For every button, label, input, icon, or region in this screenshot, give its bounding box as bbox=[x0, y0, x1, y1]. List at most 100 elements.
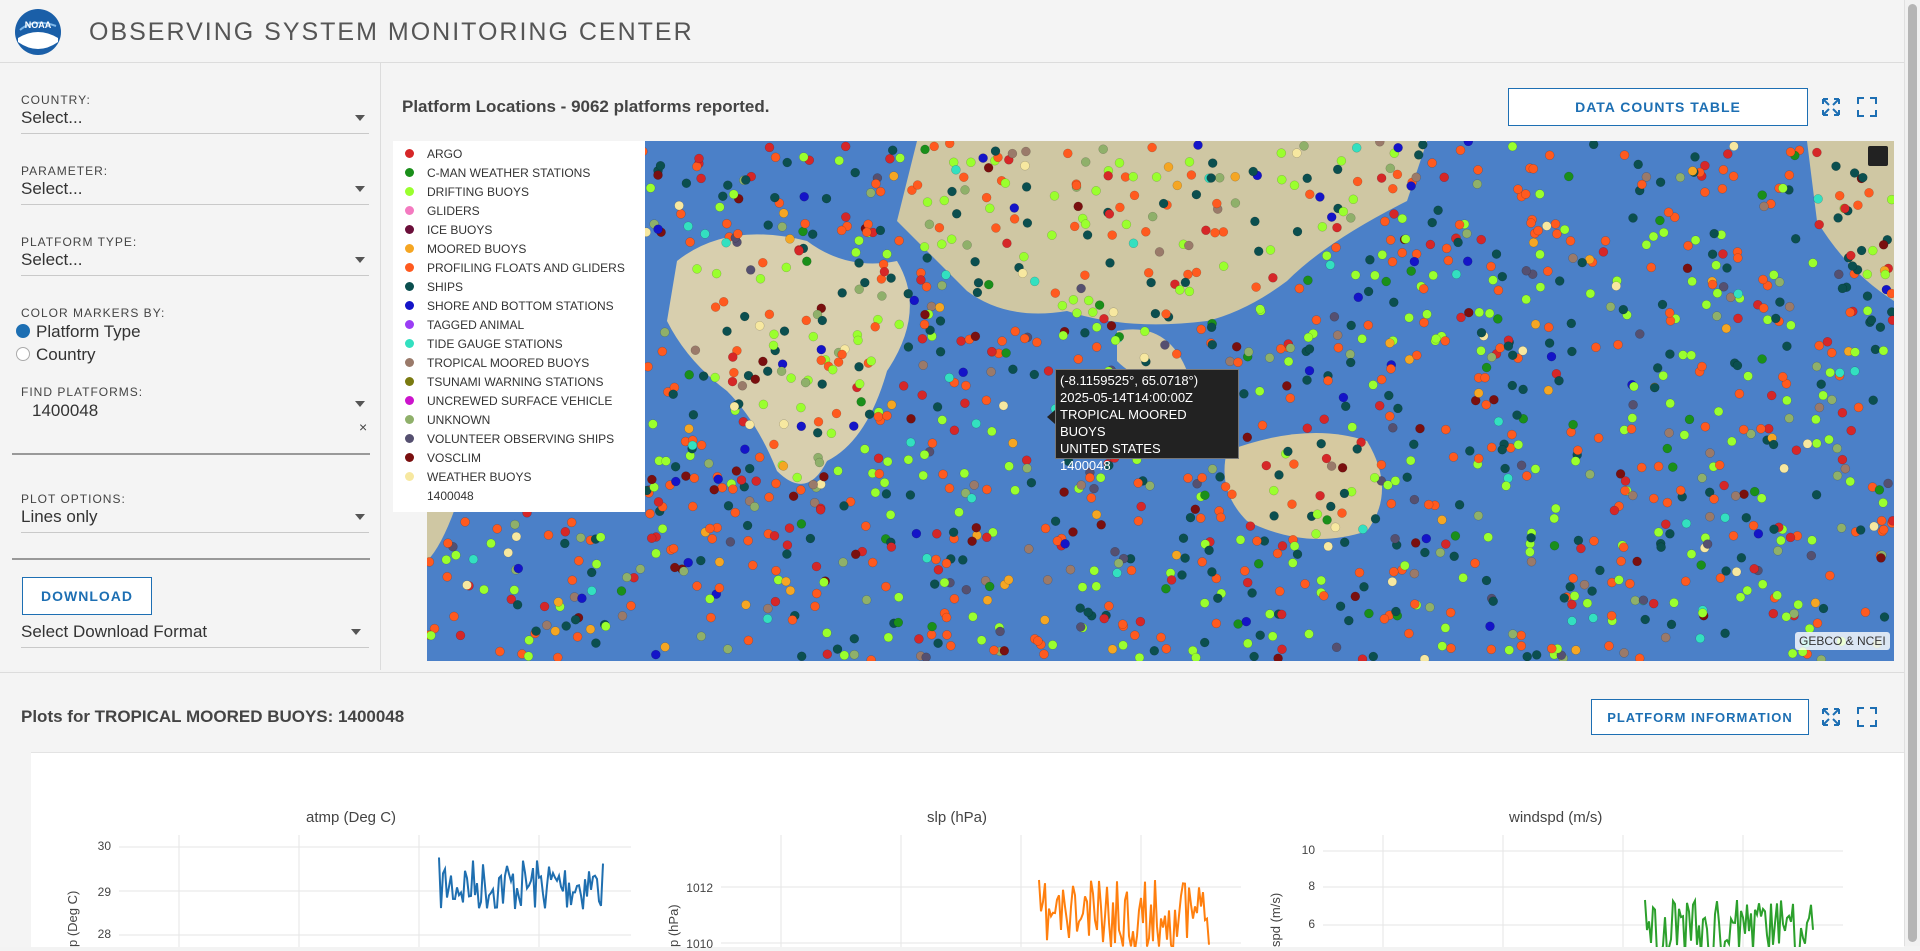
platform-marker[interactable] bbox=[1439, 172, 1449, 183]
platform-marker[interactable] bbox=[816, 355, 826, 366]
platform-marker[interactable] bbox=[1730, 491, 1741, 501]
platform-marker[interactable] bbox=[927, 621, 937, 632]
platform-marker[interactable] bbox=[743, 535, 753, 546]
platform-marker[interactable] bbox=[1242, 432, 1253, 443]
platform-marker[interactable] bbox=[1567, 346, 1577, 357]
platform-marker[interactable] bbox=[1507, 350, 1518, 360]
platform-marker[interactable] bbox=[647, 474, 657, 485]
platform-marker[interactable] bbox=[1161, 309, 1171, 319]
platform-marker[interactable] bbox=[1105, 258, 1115, 268]
platform-marker[interactable] bbox=[873, 453, 884, 464]
platform-marker[interactable] bbox=[1874, 485, 1885, 495]
platform-marker[interactable] bbox=[591, 638, 601, 648]
platform-marker[interactable] bbox=[1516, 460, 1527, 471]
platform-marker[interactable] bbox=[668, 543, 679, 554]
platform-marker[interactable] bbox=[778, 461, 789, 471]
platform-marker[interactable] bbox=[1379, 614, 1390, 624]
platform-marker[interactable] bbox=[1518, 346, 1528, 356]
platform-marker[interactable] bbox=[1183, 473, 1193, 483]
legend-item[interactable]: ARGO bbox=[405, 147, 462, 161]
platform-marker[interactable] bbox=[1550, 219, 1561, 229]
platform-marker[interactable] bbox=[1837, 454, 1848, 465]
platform-marker[interactable] bbox=[1276, 609, 1287, 620]
platform-marker[interactable] bbox=[1117, 619, 1128, 629]
platform-marker[interactable] bbox=[1305, 189, 1315, 200]
platform-marker[interactable] bbox=[1495, 343, 1505, 353]
platform-marker[interactable] bbox=[885, 510, 896, 520]
platform-marker[interactable] bbox=[1235, 535, 1246, 545]
platform-marker[interactable] bbox=[1332, 164, 1343, 175]
platform-marker[interactable] bbox=[1695, 633, 1705, 644]
platform-marker[interactable] bbox=[1807, 535, 1817, 545]
platform-marker[interactable] bbox=[770, 596, 781, 607]
platform-marker[interactable] bbox=[1758, 303, 1769, 313]
platform-marker[interactable] bbox=[814, 457, 825, 468]
platform-marker[interactable] bbox=[981, 395, 992, 406]
platform-marker[interactable] bbox=[1323, 375, 1333, 386]
platform-marker[interactable] bbox=[1824, 434, 1834, 445]
platform-marker[interactable] bbox=[1554, 375, 1564, 386]
platform-marker[interactable] bbox=[1302, 423, 1313, 433]
platform-marker[interactable] bbox=[1837, 283, 1848, 294]
platform-marker[interactable] bbox=[451, 550, 461, 560]
platform-marker[interactable] bbox=[1073, 354, 1084, 364]
platform-marker[interactable] bbox=[1068, 295, 1079, 305]
platform-marker[interactable] bbox=[1134, 652, 1145, 661]
platform-marker[interactable] bbox=[653, 170, 663, 180]
platform-marker[interactable] bbox=[1406, 266, 1416, 276]
platform-marker[interactable] bbox=[937, 239, 947, 249]
platform-marker[interactable] bbox=[922, 197, 933, 207]
platform-marker[interactable] bbox=[918, 470, 928, 481]
legend-item[interactable]: VOLUNTEER OBSERVING SHIPS bbox=[405, 432, 614, 446]
platform-marker[interactable] bbox=[1868, 245, 1878, 256]
platform-marker[interactable] bbox=[800, 218, 810, 229]
platform-marker[interactable] bbox=[1543, 385, 1554, 396]
platform-marker[interactable] bbox=[1665, 349, 1675, 359]
platform-marker[interactable] bbox=[1847, 261, 1858, 271]
platform-marker[interactable] bbox=[704, 458, 714, 469]
platform-marker[interactable] bbox=[1662, 497, 1673, 508]
platform-marker[interactable] bbox=[1085, 472, 1095, 483]
platform-marker[interactable] bbox=[1832, 443, 1842, 454]
platform-marker[interactable] bbox=[1619, 648, 1629, 658]
platform-marker[interactable] bbox=[1083, 295, 1094, 306]
platform-marker[interactable] bbox=[1793, 599, 1803, 610]
platform-marker[interactable] bbox=[1705, 448, 1715, 458]
platform-marker[interactable] bbox=[768, 340, 779, 351]
platform-marker[interactable] bbox=[671, 476, 681, 487]
platform-marker[interactable] bbox=[1721, 566, 1731, 576]
platform-marker[interactable] bbox=[903, 454, 914, 465]
platform-marker[interactable] bbox=[1147, 142, 1157, 153]
platform-marker[interactable] bbox=[854, 379, 865, 389]
platform-marker[interactable] bbox=[1386, 364, 1396, 374]
platform-marker[interactable] bbox=[1808, 258, 1818, 268]
platform-marker[interactable] bbox=[718, 191, 728, 201]
platform-marker[interactable] bbox=[1486, 261, 1496, 272]
platform-marker[interactable] bbox=[909, 295, 920, 306]
platform-marker[interactable] bbox=[1161, 583, 1171, 594]
platform-marker[interactable] bbox=[1531, 650, 1542, 660]
platform-marker[interactable] bbox=[808, 331, 819, 342]
legend-item[interactable]: 1400048 bbox=[427, 489, 474, 503]
platform-marker[interactable] bbox=[1047, 230, 1057, 240]
platform-marker[interactable] bbox=[782, 549, 792, 559]
platform-marker[interactable] bbox=[1497, 444, 1507, 455]
platform-marker[interactable] bbox=[1660, 632, 1671, 643]
platform-marker[interactable] bbox=[626, 601, 636, 611]
platform-marker[interactable] bbox=[1748, 520, 1759, 531]
platform-marker[interactable] bbox=[1577, 257, 1587, 268]
platform-marker[interactable] bbox=[1862, 269, 1873, 280]
platform-marker[interactable] bbox=[1559, 224, 1570, 235]
platform-marker[interactable] bbox=[1376, 173, 1387, 183]
platform-marker[interactable] bbox=[1183, 269, 1193, 280]
platform-marker[interactable] bbox=[1535, 249, 1545, 260]
platform-marker[interactable] bbox=[1516, 630, 1526, 641]
platform-marker[interactable] bbox=[1697, 361, 1707, 372]
platform-marker[interactable] bbox=[1680, 576, 1691, 587]
platform-marker[interactable] bbox=[926, 301, 937, 312]
platform-marker[interactable] bbox=[1233, 619, 1243, 629]
platform-marker[interactable] bbox=[944, 483, 955, 493]
platform-marker[interactable] bbox=[1627, 413, 1638, 423]
platform-marker[interactable] bbox=[1285, 393, 1296, 403]
platform-marker[interactable] bbox=[1568, 253, 1578, 263]
